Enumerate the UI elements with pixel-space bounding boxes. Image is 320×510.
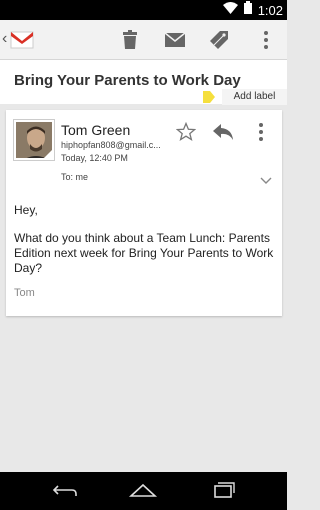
mail-icon[interactable] xyxy=(163,28,187,52)
label-icon[interactable] xyxy=(207,28,231,52)
back-caret-icon[interactable]: ‹ xyxy=(2,28,7,50)
expand-details-icon[interactable] xyxy=(260,172,272,184)
message-subject: Bring Your Parents to Work Day xyxy=(14,72,241,89)
back-icon[interactable] xyxy=(50,480,80,500)
status-time: 1:02 xyxy=(257,2,283,18)
message-card: Tom Green hiphopfan808@gmail.c... Today,… xyxy=(6,110,282,316)
star-icon[interactable] xyxy=(175,121,197,142)
battery-icon xyxy=(243,1,252,19)
recent-apps-icon[interactable] xyxy=(208,480,238,500)
sent-time: Today, 12:40 PM xyxy=(61,153,128,163)
status-bar: 1:02 xyxy=(0,0,287,20)
label-tag-icon[interactable] xyxy=(203,90,215,103)
trash-icon[interactable] xyxy=(118,28,142,52)
message-body: What do you think about a Team Lunch: Pa… xyxy=(14,231,274,275)
sender-email: hiphopfan808@gmail.c... xyxy=(61,140,161,150)
wifi-icon xyxy=(222,1,238,19)
message-greeting: Hey, xyxy=(14,203,38,217)
sender-name[interactable]: Tom Green xyxy=(61,122,130,138)
recipients[interactable]: To: me xyxy=(61,172,88,182)
add-label-button[interactable]: Add label xyxy=(222,89,287,105)
gmail-logo-icon[interactable] xyxy=(10,29,34,51)
message-overflow-icon[interactable] xyxy=(258,122,264,142)
message-signature: Tom xyxy=(14,287,35,299)
reply-icon[interactable] xyxy=(211,122,235,142)
navigation-bar xyxy=(0,472,287,510)
action-bar: ‹ xyxy=(0,20,287,60)
home-icon[interactable] xyxy=(128,480,158,500)
overflow-menu-icon[interactable] xyxy=(254,28,278,52)
avatar[interactable] xyxy=(13,119,55,161)
